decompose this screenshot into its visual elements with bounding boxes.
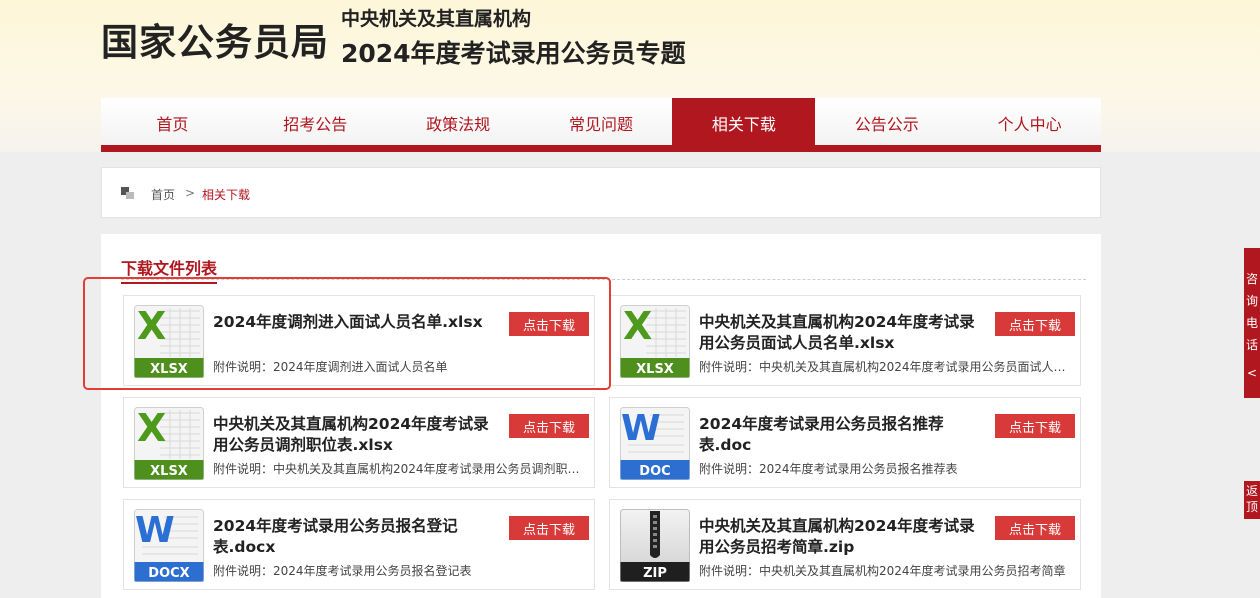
highlight-annotation bbox=[83, 277, 611, 390]
download-button[interactable]: 点击下载 bbox=[995, 516, 1075, 540]
download-button[interactable]: 点击下载 bbox=[995, 414, 1075, 438]
file-title[interactable]: 2024年度考试录用公务员报名登记表.docx bbox=[213, 516, 498, 558]
file-card: W DOCX 2024年度考试录用公务员报名登记表.docx 点击下载 附件说明… bbox=[123, 499, 595, 590]
download-button[interactable]: 点击下载 bbox=[995, 312, 1075, 336]
breadcrumb: 首页 > 相关下载 bbox=[101, 167, 1101, 218]
svg-text:XLSX: XLSX bbox=[150, 464, 188, 479]
download-button[interactable]: 点击下载 bbox=[509, 516, 589, 540]
nav-item-policies[interactable]: 政策法规 bbox=[387, 98, 530, 145]
svg-text:X: X bbox=[623, 305, 652, 348]
svg-text:XLSX: XLSX bbox=[636, 362, 674, 377]
file-description: 附件说明：2024年度考试录用公务员报名推荐表 bbox=[699, 462, 958, 476]
topic-subtitle: 中央机关及其直属机构 bbox=[341, 8, 532, 30]
nav-item-downloads[interactable]: 相关下载 bbox=[672, 98, 816, 145]
consult-label-char: 话 bbox=[1245, 338, 1258, 352]
svg-text:DOC: DOC bbox=[639, 464, 670, 479]
file-title[interactable]: 中央机关及其直属机构2024年度考试录用公务员招考简章.zip bbox=[699, 516, 984, 558]
svg-text:DOCX: DOCX bbox=[148, 566, 189, 581]
excel-icon: X XLSX bbox=[134, 407, 204, 480]
back-top-label-char: 返 bbox=[1245, 484, 1258, 498]
consult-phone-tab[interactable]: 咨 询 电 话 < bbox=[1244, 248, 1260, 398]
breadcrumb-separator: > bbox=[185, 186, 196, 200]
svg-text:X: X bbox=[137, 407, 166, 450]
file-description: 附件说明：中央机关及其直属机构2024年度考试录用公务员招考简章 bbox=[699, 564, 1066, 578]
file-description: 附件说明：2024年度考试录用公务员报名登记表 bbox=[213, 564, 472, 578]
file-card: X XLSX 中央机关及其直属机构2024年度考试录用公务员调剂职位表.xlsx… bbox=[123, 397, 595, 488]
nav-item-announcements[interactable]: 公告公示 bbox=[815, 98, 958, 145]
zip-icon: ZIP bbox=[620, 509, 690, 582]
site-title: 国家公务员局 bbox=[101, 21, 329, 64]
consult-label-char: 询 bbox=[1245, 294, 1258, 308]
file-card: W DOC 2024年度考试录用公务员报名推荐表.doc 点击下载 附件说明：2… bbox=[609, 397, 1081, 488]
word-icon: W DOC bbox=[620, 407, 690, 480]
svg-text:W: W bbox=[621, 408, 661, 449]
svg-text:W: W bbox=[135, 510, 175, 551]
consult-label-char: 咨 bbox=[1245, 272, 1258, 286]
file-title[interactable]: 中央机关及其直属机构2024年度考试录用公务员调剂职位表.xlsx bbox=[213, 414, 498, 456]
svg-text:ZIP: ZIP bbox=[643, 566, 667, 581]
nav-item-faq[interactable]: 常见问题 bbox=[530, 98, 673, 145]
excel-icon: X XLSX bbox=[620, 305, 690, 378]
download-button[interactable]: 点击下载 bbox=[509, 414, 589, 438]
nav-item-recruitment-notices[interactable]: 招考公告 bbox=[244, 98, 387, 145]
breadcrumb-home-link[interactable]: 首页 bbox=[151, 186, 175, 203]
back-top-label-char: 顶 bbox=[1245, 500, 1258, 514]
nav-item-personal-center[interactable]: 个人中心 bbox=[958, 98, 1101, 145]
file-card: ZIP 中央机关及其直属机构2024年度考试录用公务员招考简章.zip 点击下载… bbox=[609, 499, 1081, 590]
word-icon: W DOCX bbox=[134, 509, 204, 582]
main-nav: 首页 招考公告 政策法规 常见问题 相关下载 公告公示 个人中心 bbox=[101, 98, 1101, 152]
file-description: 附件说明：中央机关及其直属机构2024年度考试录用公务员调剂职位表 bbox=[213, 462, 588, 476]
topic-title: 2024年度考试录用公务员专题 bbox=[341, 39, 686, 68]
file-title[interactable]: 中央机关及其直属机构2024年度考试录用公务员面试人员名单.xlsx bbox=[699, 312, 984, 354]
back-to-top-button[interactable]: 返 顶 bbox=[1244, 481, 1260, 519]
file-title[interactable]: 2024年度考试录用公务员报名推荐表.doc bbox=[699, 414, 984, 456]
file-description: 附件说明：中央机关及其直属机构2024年度考试录用公务员面试人员名单 bbox=[699, 360, 1074, 374]
file-card: X XLSX 中央机关及其直属机构2024年度考试录用公务员面试人员名单.xls… bbox=[609, 295, 1081, 386]
consult-label-char: 电 bbox=[1245, 316, 1258, 330]
location-icon bbox=[121, 187, 134, 199]
breadcrumb-current: 相关下载 bbox=[202, 188, 251, 202]
nav-item-home[interactable]: 首页 bbox=[101, 98, 244, 145]
chevron-left-icon: < bbox=[1246, 366, 1258, 380]
